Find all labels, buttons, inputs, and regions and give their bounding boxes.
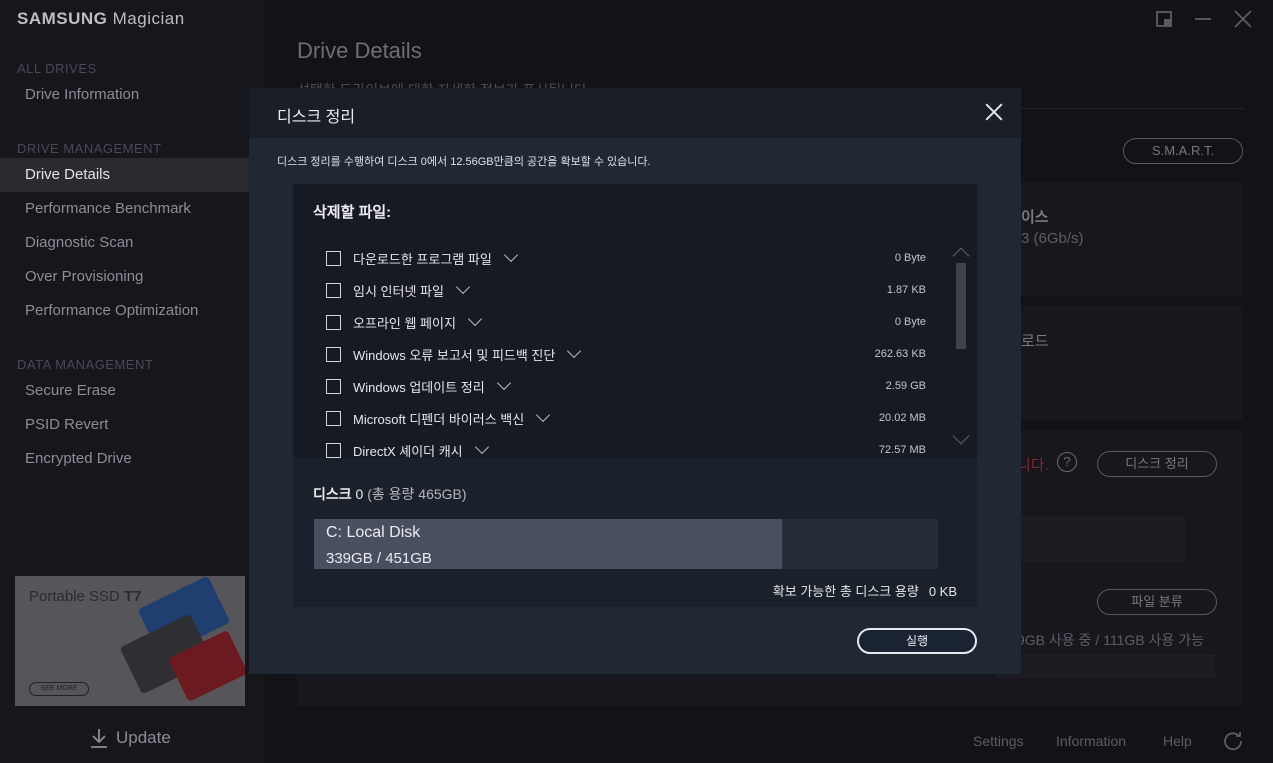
sidebar-item-drive-information[interactable]: Drive Information bbox=[0, 78, 265, 112]
file-row: Microsoft 디펜더 바이러스 백신 20.02 MB bbox=[326, 406, 926, 430]
dialog-header: 디스크 정리 bbox=[249, 88, 1021, 138]
file-name: DirectX 셰이더 캐시 bbox=[353, 444, 463, 458]
smart-button[interactable]: S.M.A.R.T. bbox=[1123, 138, 1243, 164]
promo-banner[interactable]: Portable SSD T7 SEE MORE bbox=[15, 576, 245, 706]
see-more-button[interactable]: SEE MORE bbox=[29, 682, 89, 696]
free-space-value: 0 KB bbox=[928, 584, 957, 599]
volume-capacity: 339GB / 451GB bbox=[326, 550, 432, 567]
page-title: Drive Details bbox=[297, 38, 422, 63]
dialog-title: 디스크 정리 bbox=[277, 109, 356, 126]
file-checkbox[interactable] bbox=[326, 251, 341, 266]
file-row: 다운로드한 프로그램 파일 0 Byte bbox=[326, 246, 926, 270]
chevron-down-icon[interactable] bbox=[467, 311, 482, 327]
usage-bar-bg bbox=[995, 654, 1215, 678]
interface-value: 3 (6Gb/s) bbox=[1021, 230, 1084, 247]
sidebar-item-secure-erase[interactable]: Secure Erase bbox=[0, 374, 265, 408]
file-size: 262.63 KB bbox=[874, 348, 926, 360]
app-logo: SAMSUNG Magician bbox=[17, 9, 185, 28]
file-name: 다운로드한 프로그램 파일 bbox=[353, 252, 492, 267]
nav-section-drive-management: DRIVE MANAGEMENT bbox=[17, 141, 162, 156]
sidebar-item-performance-optimization[interactable]: Performance Optimization bbox=[0, 294, 265, 328]
file-size: 1.87 KB bbox=[886, 284, 926, 296]
file-row: 임시 인터넷 파일 1.87 KB bbox=[326, 278, 926, 302]
usage-text: 9GB 사용 중 / 111GB 사용 가능 bbox=[1017, 632, 1204, 648]
sidebar-item-psid-revert[interactable]: PSID Revert bbox=[0, 408, 265, 442]
file-name: 오프라인 웹 페이지 bbox=[353, 316, 456, 331]
restore-window-icon[interactable] bbox=[1153, 10, 1175, 32]
file-row: DirectX 셰이더 캐시 72.57 MB bbox=[326, 438, 926, 458]
promo-title: Portable SSD T7 bbox=[29, 588, 142, 605]
chevron-down-icon[interactable] bbox=[455, 279, 471, 295]
placeholder-block bbox=[995, 516, 1185, 562]
free-space-label: 확보 가능한 총 디스크 용량 0 KB bbox=[772, 584, 957, 599]
sidebar-item-encrypted-drive[interactable]: Encrypted Drive bbox=[0, 442, 265, 476]
file-checkbox[interactable] bbox=[326, 283, 341, 298]
update-label: Update bbox=[116, 728, 171, 747]
disk-title: 디스크 0 (총 용량 465GB) bbox=[313, 486, 467, 502]
chevron-down-icon[interactable] bbox=[536, 407, 551, 423]
file-name: Windows 업데이트 정리 bbox=[353, 380, 485, 395]
run-button[interactable]: 실행 bbox=[857, 628, 977, 654]
sidebar-item-drive-details[interactable]: Drive Details bbox=[0, 158, 265, 192]
sidebar-item-performance-benchmark[interactable]: Performance Benchmark bbox=[0, 192, 265, 226]
dialog-description: 디스크 정리를 수행하여 디스크 0에서 12.56GB만큼의 공간을 확보할 … bbox=[277, 156, 651, 168]
file-row: Windows 업데이트 정리 2.59 GB bbox=[326, 374, 926, 398]
file-checkbox[interactable] bbox=[326, 315, 341, 330]
file-checkbox[interactable] bbox=[326, 379, 341, 394]
file-row: Windows 오류 보고서 및 피드백 진단 262.63 KB bbox=[326, 342, 926, 366]
chevron-down-icon[interactable] bbox=[503, 247, 518, 263]
files-label: 삭제할 파일: bbox=[313, 204, 392, 221]
close-icon[interactable] bbox=[983, 101, 1005, 123]
scrollbar-thumb[interactable] bbox=[956, 263, 966, 349]
disk-cleanup-dialog: 디스크 정리 디스크 정리를 수행하여 디스크 0에서 12.56GB만큼의 공… bbox=[249, 88, 1021, 674]
file-size: 72.57 MB bbox=[878, 444, 926, 456]
scroll-down-icon[interactable] bbox=[951, 434, 971, 448]
file-name: 임시 인터넷 파일 bbox=[353, 284, 444, 299]
information-link[interactable]: Information bbox=[1056, 733, 1126, 749]
nav-section-data-management: DATA MANAGEMENT bbox=[17, 357, 154, 372]
nav-section-all-drives: ALL DRIVES bbox=[17, 61, 97, 76]
close-window-icon[interactable] bbox=[1232, 10, 1254, 32]
file-size: 0 Byte bbox=[894, 316, 926, 328]
file-size: 20.02 MB bbox=[878, 412, 926, 424]
chevron-down-icon[interactable] bbox=[496, 375, 511, 391]
interface-title: 이스 bbox=[1021, 209, 1049, 226]
file-classify-button[interactable]: 파일 분류 bbox=[1097, 589, 1217, 615]
scroll-up-icon[interactable] bbox=[951, 244, 971, 258]
minimize-icon[interactable] bbox=[1192, 10, 1214, 32]
sidebar: SAMSUNG Magician ALL DRIVES Drive Inform… bbox=[0, 0, 265, 763]
chevron-down-icon[interactable] bbox=[474, 439, 489, 455]
sidebar-item-diagnostic-scan[interactable]: Diagnostic Scan bbox=[0, 226, 265, 260]
disk-usage-bar: C: Local Disk 339GB / 451GB bbox=[314, 519, 938, 569]
file-checkbox[interactable] bbox=[326, 411, 341, 426]
help-circle-icon[interactable]: ? bbox=[1057, 452, 1077, 472]
warning-text: 니다. bbox=[1017, 457, 1049, 474]
file-name: Microsoft 디펜더 바이러스 백신 bbox=[353, 412, 525, 427]
file-checkbox[interactable] bbox=[326, 443, 341, 458]
files-list-panel: 삭제할 파일: 다운로드한 프로그램 파일 0 Byte 임시 인터넷 파일 1… bbox=[293, 184, 977, 458]
mode-label: 로드 bbox=[1021, 333, 1049, 350]
volume-name: C: Local Disk bbox=[326, 524, 421, 541]
disk-summary-panel: 디스크 0 (총 용량 465GB) C: Local Disk 339GB /… bbox=[293, 458, 977, 607]
refresh-icon[interactable] bbox=[1223, 731, 1243, 756]
settings-link[interactable]: Settings bbox=[973, 733, 1024, 749]
download-icon bbox=[91, 729, 107, 748]
file-row: 오프라인 웹 페이지 0 Byte bbox=[326, 310, 926, 334]
file-checkbox[interactable] bbox=[326, 347, 341, 362]
file-size: 2.59 GB bbox=[885, 380, 926, 392]
file-size: 0 Byte bbox=[894, 252, 926, 264]
help-link[interactable]: Help bbox=[1163, 733, 1192, 749]
chevron-down-icon[interactable] bbox=[567, 343, 582, 359]
disk-cleanup-button[interactable]: 디스크 정리 bbox=[1097, 451, 1217, 477]
update-button[interactable]: Update bbox=[90, 728, 171, 748]
file-name: Windows 오류 보고서 및 피드백 진단 bbox=[353, 348, 556, 363]
sidebar-item-over-provisioning[interactable]: Over Provisioning bbox=[0, 260, 265, 294]
